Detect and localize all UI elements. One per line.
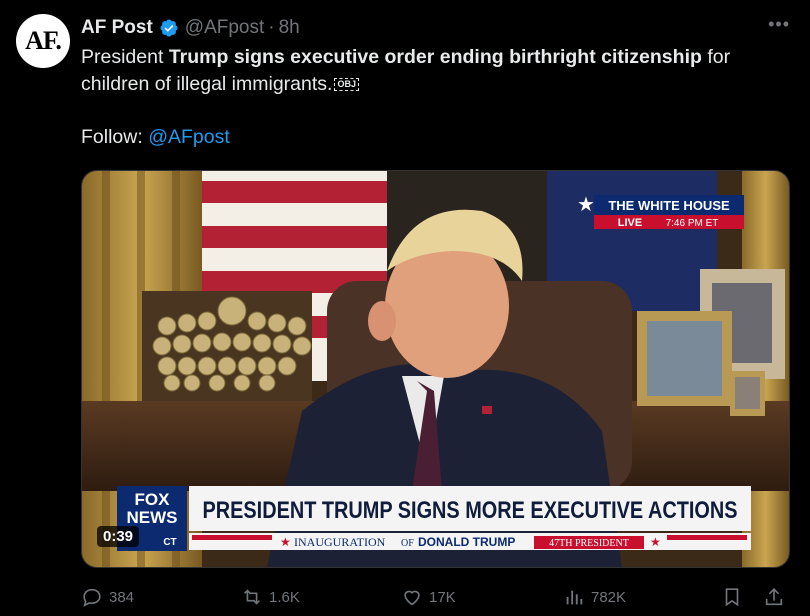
views-icon [566,590,583,605]
more-icon[interactable]: ••• [768,14,790,35]
bookmark-button[interactable] [721,586,749,608]
separator-dot: · [268,17,275,38]
video-player[interactable]: ★ ★ THE WHI [81,170,790,568]
bug-live: LIVE [618,217,642,229]
headline: PRESIDENT TRUMP SIGNS MORE EXECUTIVE ACT… [203,497,738,524]
network-line2: NEWS [127,508,178,527]
video-frame: ★ ★ THE WHI [82,171,789,567]
views-button[interactable]: 782K [563,586,626,608]
obj-emoji-icon: OBJ [334,78,359,91]
reply-button[interactable]: 384 [81,586,134,608]
repost-button[interactable]: 1.6K [241,586,300,608]
like-button[interactable]: 17K [401,586,456,608]
tweet-header: AF Post @AFpost · 8h ••• [81,14,790,40]
repost-count: 1.6K [269,588,300,606]
ticker-star-right: ★ [650,535,661,549]
timestamp[interactable]: 8h [279,17,300,39]
like-icon [404,590,420,606]
verified-badge-icon[interactable] [159,18,179,38]
reply-icon [83,588,101,607]
ticker-star-left: ★ [280,535,291,549]
tweet-text-bold: Trump signs executive order ending birth… [168,46,702,68]
tweet-text-part1: President [81,46,169,68]
bookmark-icon [725,588,739,607]
author-name[interactable]: AF Post [81,17,153,39]
follow-label: Follow: [81,126,149,148]
share-icon [765,588,783,606]
bug-title: THE WHITE HOUSE [608,198,730,213]
ticker-a: INAUGURATION [294,535,386,549]
reply-count: 384 [109,588,135,606]
action-bar: 384 1.6K 17K 782K [81,586,791,614]
views-count: 782K [591,588,627,606]
follow-line: Follow: @AFpost [81,126,230,149]
ticker-of: OF [401,538,414,549]
repost-icon [244,589,260,605]
follow-link[interactable]: @AFpost [148,126,230,148]
share-button[interactable] [763,586,791,608]
author-handle[interactable]: @AFpost [185,17,264,39]
network-line1: FOX [135,490,171,509]
avatar[interactable]: AF. [16,14,70,68]
ticker-c: 47TH PRESIDENT [549,538,629,549]
bug-time: 7:46 PM ET [666,218,719,229]
video-duration: 0:39 [97,526,140,547]
network-line3: CT [163,537,176,548]
ticker-b: DONALD TRUMP [418,535,515,549]
tweet-text: President Trump signs executive order en… [81,44,791,98]
like-count: 17K [429,588,456,606]
